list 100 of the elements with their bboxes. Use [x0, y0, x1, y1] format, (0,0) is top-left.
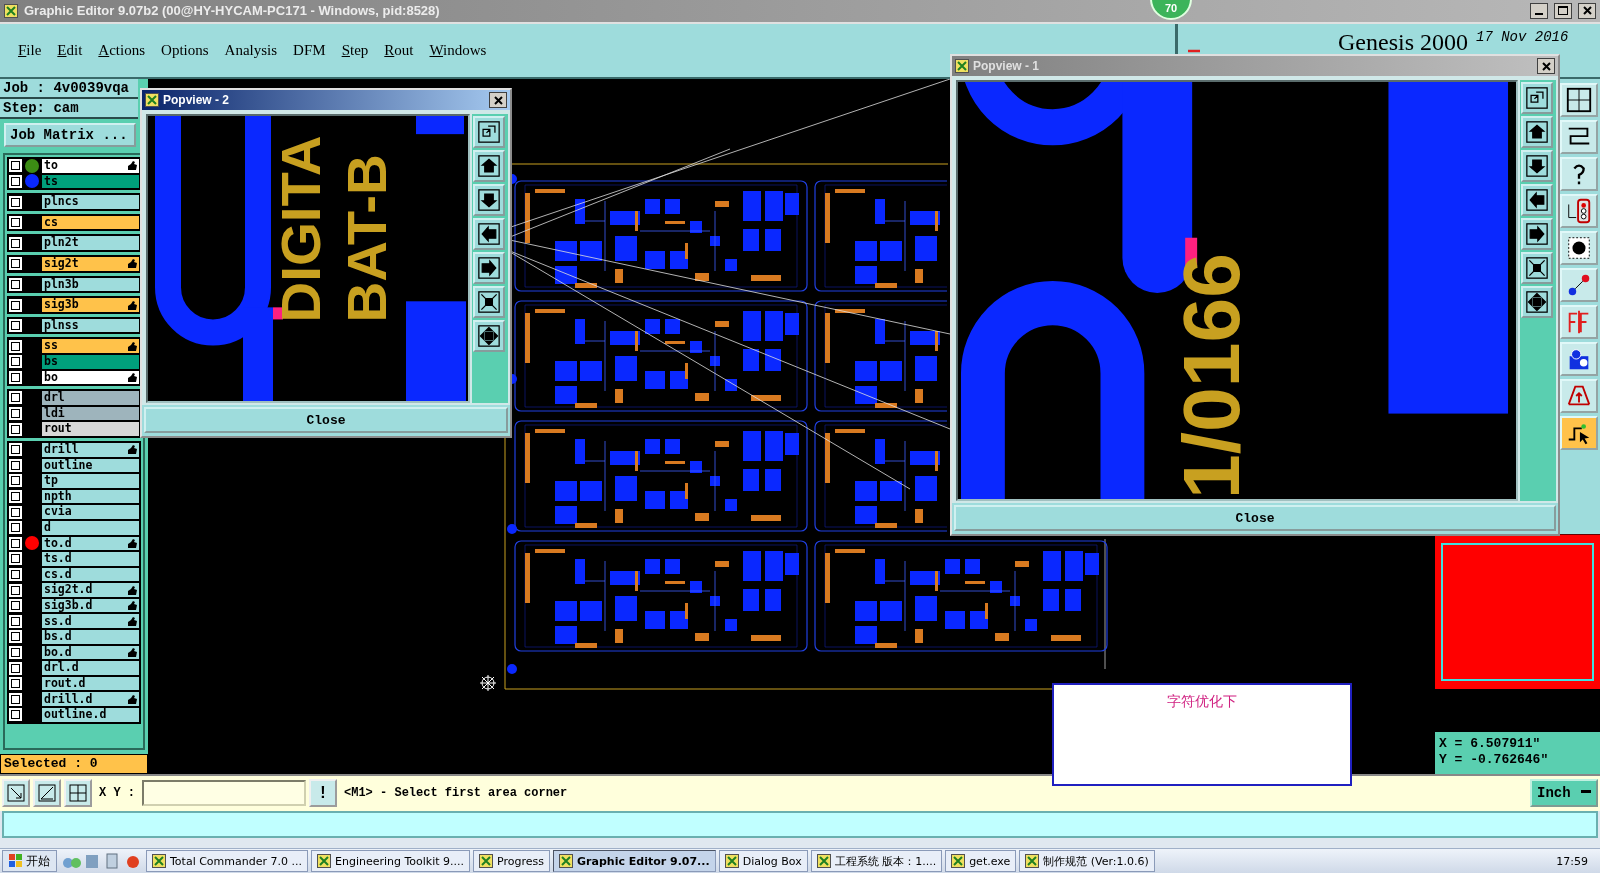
tool-button[interactable] — [1560, 83, 1598, 118]
layer-row[interactable]: cvia — [42, 505, 139, 519]
layer-checkbox[interactable] — [9, 355, 22, 369]
layer-checkbox[interactable] — [9, 407, 22, 421]
layer-checkbox[interactable] — [9, 277, 22, 291]
menu-item[interactable]: Analysis — [216, 41, 286, 59]
tool-button[interactable] — [1560, 120, 1598, 155]
layer-checkbox[interactable] — [9, 490, 22, 504]
layer-checkbox[interactable] — [9, 370, 22, 384]
menu-item[interactable]: Step — [333, 41, 377, 59]
bang-button[interactable]: ! — [309, 779, 337, 808]
tool-button[interactable] — [1560, 342, 1598, 377]
layer-checkbox[interactable] — [9, 505, 22, 519]
layer-row[interactable]: pln3b — [42, 277, 139, 292]
layer-checkbox[interactable] — [9, 630, 22, 644]
layer-checkbox[interactable] — [9, 599, 22, 613]
view-tool-button[interactable] — [473, 116, 505, 148]
minimize-button[interactable] — [1530, 2, 1548, 19]
menu-item[interactable]: Windows — [421, 41, 495, 59]
layer-row[interactable]: rout.d — [42, 676, 139, 691]
menu-item[interactable]: Options — [153, 41, 217, 59]
layer-checkbox[interactable] — [9, 536, 22, 550]
layer-row[interactable]: outline — [42, 458, 139, 473]
layer-checkbox[interactable] — [9, 645, 22, 659]
layer-checkbox[interactable] — [9, 195, 22, 209]
layer-row[interactable]: sig2t — [42, 257, 139, 271]
units-dropdown[interactable]: Inch — [1530, 779, 1598, 808]
menu-item[interactable]: Rout — [376, 41, 422, 59]
layer-checkbox[interactable] — [9, 692, 22, 706]
start-button[interactable]: 开始 — [2, 850, 57, 873]
layer-row[interactable]: d — [42, 520, 139, 535]
layer-checkbox[interactable] — [9, 661, 22, 675]
layer-checkbox[interactable] — [9, 298, 22, 312]
layer-checkbox[interactable] — [9, 521, 22, 535]
popview-close-button[interactable]: Close — [954, 505, 1556, 531]
taskbar-item[interactable]: get.exe — [945, 850, 1017, 873]
layer-row[interactable]: drill — [42, 442, 139, 457]
taskbar-item[interactable]: Engineering Toolkit 9.... — [311, 850, 471, 873]
maximize-button[interactable] — [1554, 2, 1572, 19]
layer-checkbox[interactable] — [9, 458, 22, 472]
layer-row[interactable]: bo — [42, 370, 139, 385]
tool-button[interactable] — [1560, 268, 1598, 303]
view-tool-button[interactable] — [1521, 184, 1553, 216]
layer-checkbox[interactable] — [9, 174, 22, 188]
layer-row[interactable]: bs — [42, 355, 139, 369]
view-tool-button[interactable] — [1521, 252, 1553, 284]
menu-item[interactable]: File — [10, 41, 50, 59]
taskbar-item[interactable]: Graphic Editor 9.07... — [553, 850, 716, 873]
close-button[interactable] — [489, 92, 507, 108]
layer-checkbox[interactable] — [9, 422, 22, 436]
menu-item[interactable]: DFM — [285, 41, 334, 59]
layer-row[interactable]: sig3b — [42, 298, 139, 312]
layer-row[interactable]: drl — [42, 391, 139, 405]
layer-checkbox[interactable] — [9, 552, 22, 566]
layer-checkbox[interactable] — [9, 339, 22, 353]
layer-checkbox[interactable] — [9, 159, 22, 173]
view-tool-button[interactable] — [1521, 286, 1553, 318]
layer-row[interactable]: sig3b.d — [42, 598, 139, 613]
popview-close-button[interactable]: Close — [144, 407, 508, 433]
layer-checkbox[interactable] — [9, 443, 22, 457]
xy-input-field[interactable] — [142, 780, 306, 807]
tool-button[interactable] — [1560, 157, 1598, 192]
view-tool-button[interactable] — [473, 286, 505, 318]
layer-row[interactable]: plncs — [42, 195, 139, 209]
layer-checkbox[interactable] — [9, 216, 22, 230]
layer-row[interactable]: cs — [42, 215, 139, 230]
layer-checkbox[interactable] — [9, 708, 22, 722]
layer-row[interactable]: to.d — [42, 536, 139, 551]
layer-checkbox[interactable] — [9, 677, 22, 691]
layer-checkbox[interactable] — [9, 391, 22, 405]
close-button[interactable] — [1537, 58, 1555, 74]
layer-row[interactable]: plnss — [42, 318, 139, 333]
layer-row[interactable]: rout — [42, 422, 139, 436]
view-tool-button[interactable] — [473, 150, 505, 182]
close-button[interactable] — [1578, 2, 1596, 19]
view-tool-button[interactable] — [473, 320, 505, 352]
layer-row[interactable]: ts — [42, 174, 139, 189]
view-tool-button[interactable] — [473, 184, 505, 216]
layer-row[interactable]: bo.d — [42, 645, 139, 660]
job-matrix-button[interactable]: Job Matrix ... — [4, 123, 136, 148]
tool-button[interactable] — [1560, 416, 1598, 451]
tool-button[interactable] — [1560, 194, 1598, 229]
layer-row[interactable]: ts.d — [42, 552, 139, 566]
view-tool-button[interactable] — [473, 252, 505, 284]
layer-row[interactable]: ldi — [42, 406, 139, 421]
layer-checkbox[interactable] — [9, 568, 22, 581]
layer-row[interactable]: to — [42, 159, 139, 173]
layer-row[interactable]: tp — [42, 474, 139, 488]
taskbar-item[interactable]: Total Commander 7.0 ... — [146, 850, 308, 873]
menu-item[interactable]: Edit — [49, 41, 91, 59]
view-tool-button[interactable] — [473, 218, 505, 250]
layer-checkbox[interactable] — [9, 474, 22, 488]
layer-row[interactable]: npth — [42, 489, 139, 504]
view-tool-button[interactable] — [1521, 218, 1553, 250]
layer-checkbox[interactable] — [9, 319, 22, 333]
layer-checkbox[interactable] — [9, 257, 22, 271]
layer-row[interactable]: outline.d — [42, 708, 139, 722]
view-tool-button[interactable] — [1521, 82, 1553, 114]
layer-row[interactable]: ss — [42, 339, 139, 353]
layer-checkbox[interactable] — [9, 583, 22, 597]
